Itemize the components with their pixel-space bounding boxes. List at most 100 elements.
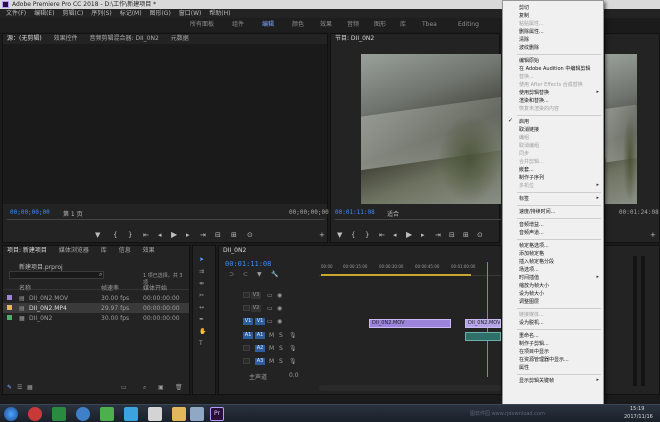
type-tool-icon[interactable]: T	[199, 340, 203, 347]
menu-item[interactable]: 速度/持续时间...	[519, 208, 555, 215]
menu-item[interactable]: 重命名...	[519, 332, 539, 339]
program-scrubber[interactable]	[335, 219, 501, 220]
workspace-libraries[interactable]: 库	[400, 18, 406, 32]
find-icon[interactable]: ⌕	[143, 384, 146, 392]
sync-lock-icon[interactable]	[243, 292, 250, 298]
menu-item[interactable]: 复制	[519, 12, 529, 19]
menu-item[interactable]: 删除属性...	[519, 28, 544, 35]
menu-file[interactable]: 文件(F)	[6, 9, 26, 18]
program-mark-in-icon[interactable]: ▼	[337, 231, 342, 239]
menu-item[interactable]: 帧定格选项...	[519, 242, 549, 249]
wrench-icon[interactable]: 🔧	[271, 271, 278, 278]
tab-media-browser[interactable]: 媒体浏览器	[59, 247, 89, 254]
insert-icon[interactable]: ⊟	[215, 231, 221, 239]
tab-sequence[interactable]: DII_0N2	[223, 247, 246, 254]
menu-item[interactable]: 标签	[519, 195, 529, 202]
step-back-frame-icon[interactable]: ◂	[158, 231, 162, 239]
track-header-a3[interactable]: A3 M S 🎙	[219, 356, 319, 367]
col-start[interactable]: 媒体开始	[143, 283, 167, 292]
table-row[interactable]: ▤ DII_0N2.MOV 30.00 fps 00:00:00:00	[3, 293, 189, 303]
tab-effect-controls[interactable]: 效果控件	[54, 35, 78, 42]
mute-button[interactable]: M	[269, 345, 274, 352]
program-go-in-icon[interactable]: }	[365, 231, 369, 239]
track-target[interactable]: V3	[251, 292, 261, 299]
tab-project[interactable]: 项目: 新建项目	[7, 247, 47, 254]
eye-icon[interactable]: ◉	[277, 292, 282, 299]
work-area-bar[interactable]	[321, 274, 471, 276]
clock-date[interactable]: 2017/11/16	[624, 414, 653, 420]
workspace-graphics[interactable]: 图形	[374, 18, 386, 32]
menu-item[interactable]: 音频增益...	[519, 221, 544, 228]
track-target[interactable]: V1	[255, 318, 265, 325]
solo-button[interactable]: S	[279, 358, 283, 365]
source-scrubber[interactable]	[7, 219, 325, 220]
menu-item[interactable]: 取消链接	[519, 126, 539, 133]
program-video-frame[interactable]	[361, 54, 501, 204]
workspace-color[interactable]: 颜色	[292, 18, 304, 32]
program-back-frame-icon[interactable]: ◂	[393, 231, 397, 239]
step-back-icon[interactable]: ⇤	[143, 231, 149, 239]
browser-icon[interactable]	[76, 407, 90, 421]
menu-item[interactable]: 缩放为帧大小	[519, 282, 549, 289]
tab-info[interactable]: 信息	[119, 247, 131, 254]
track-target[interactable]: V2	[251, 305, 261, 312]
sync-lock-icon[interactable]	[243, 345, 250, 351]
media-player-icon[interactable]	[28, 407, 42, 421]
program-extract-icon[interactable]: ⊞	[463, 231, 469, 239]
menu-item[interactable]: 波纹删除	[519, 44, 539, 51]
workspace-audio[interactable]: 音频	[347, 18, 359, 32]
track-header-v2[interactable]: V2 ▭ ◉	[219, 303, 319, 314]
menu-item[interactable]: 嵌套...	[519, 166, 534, 173]
menu-item[interactable]: 插入帧定格分段	[519, 258, 554, 265]
project-search-input[interactable]	[9, 271, 104, 279]
menu-edit[interactable]: 编辑(E)	[34, 9, 54, 18]
folder-icon[interactable]	[172, 407, 186, 421]
menu-item[interactable]: 剪切	[519, 4, 529, 11]
menu-item[interactable]: 时间插值	[519, 274, 539, 281]
timeline-scrollbar[interactable]	[319, 385, 501, 391]
menu-item[interactable]: 在资源管理器中显示...	[519, 356, 569, 363]
toggle-output-icon[interactable]: ▭	[267, 318, 273, 325]
linked-selection-icon[interactable]: ⊂	[243, 271, 248, 278]
app-icon-green[interactable]	[52, 407, 66, 421]
ripple-edit-tool-icon[interactable]: ⇹	[199, 280, 204, 287]
play-icon[interactable]: ▶	[171, 230, 177, 239]
step-forward-frame-icon[interactable]: ▸	[186, 231, 190, 239]
solo-button[interactable]: S	[279, 345, 283, 352]
program-step-back-icon[interactable]: ⇤	[379, 231, 385, 239]
table-row[interactable]: ▤ DII_0N2.MP4 29.97 fps 00:00:00:00	[3, 303, 189, 313]
menu-item[interactable]: 设为帧大小	[519, 290, 544, 297]
program-go-out-icon[interactable]: ⇥	[435, 231, 441, 239]
menu-item[interactable]: 渲染和替换...	[519, 97, 549, 104]
menu-clip[interactable]: 剪辑(C)	[62, 9, 83, 18]
selection-tool-icon[interactable]: ➤	[199, 256, 204, 263]
master-volume[interactable]: 0.0	[289, 372, 299, 379]
program-add-button-icon[interactable]: +	[650, 231, 656, 239]
time-ruler[interactable]: 00:00 00:00:15:00 00:00:30:00 00:00:45:0…	[319, 262, 501, 276]
workspace-editing[interactable]: 编辑	[262, 18, 274, 32]
source-viewer[interactable]	[3, 44, 327, 204]
track-header-v3[interactable]: V3 ▭ ◉	[219, 290, 319, 301]
new-item-icon[interactable]: ▣	[158, 384, 164, 391]
snap-icon[interactable]: ⊃	[229, 271, 234, 278]
menu-marker[interactable]: 标记(M)	[120, 9, 142, 18]
toggle-output-icon[interactable]: ▭	[267, 305, 273, 312]
new-bin-icon[interactable]: ▭	[121, 384, 127, 391]
add-button-icon[interactable]: +	[319, 231, 325, 239]
mute-button[interactable]: M	[269, 332, 274, 339]
video-clip[interactable]: DII_0N2.MOV	[369, 319, 451, 328]
source-patch-a1[interactable]: A1	[243, 332, 253, 339]
source-page-indicator[interactable]: 第 1 页	[63, 209, 83, 218]
video-clip-selected[interactable]: DII_0N2.MOV	[465, 319, 501, 328]
audio-clip[interactable]	[465, 332, 501, 341]
eye-icon[interactable]: ◉	[277, 318, 282, 325]
sync-lock-icon[interactable]	[243, 358, 250, 364]
mark-in-icon[interactable]: ▼	[95, 231, 100, 239]
workspace-editing-alt[interactable]: Editing	[458, 18, 479, 32]
workspace-assembly[interactable]: 组件	[232, 18, 244, 32]
menu-item[interactable]: 在 Adobe Audition 中编辑剪辑	[519, 65, 590, 72]
pen-tool-icon[interactable]: ✒	[199, 316, 204, 323]
program-export-frame-icon[interactable]: ⊙	[477, 231, 483, 239]
program-timecode-left[interactable]: 00:01:11:08	[335, 209, 375, 216]
tab-effects[interactable]: 效果	[143, 247, 155, 254]
